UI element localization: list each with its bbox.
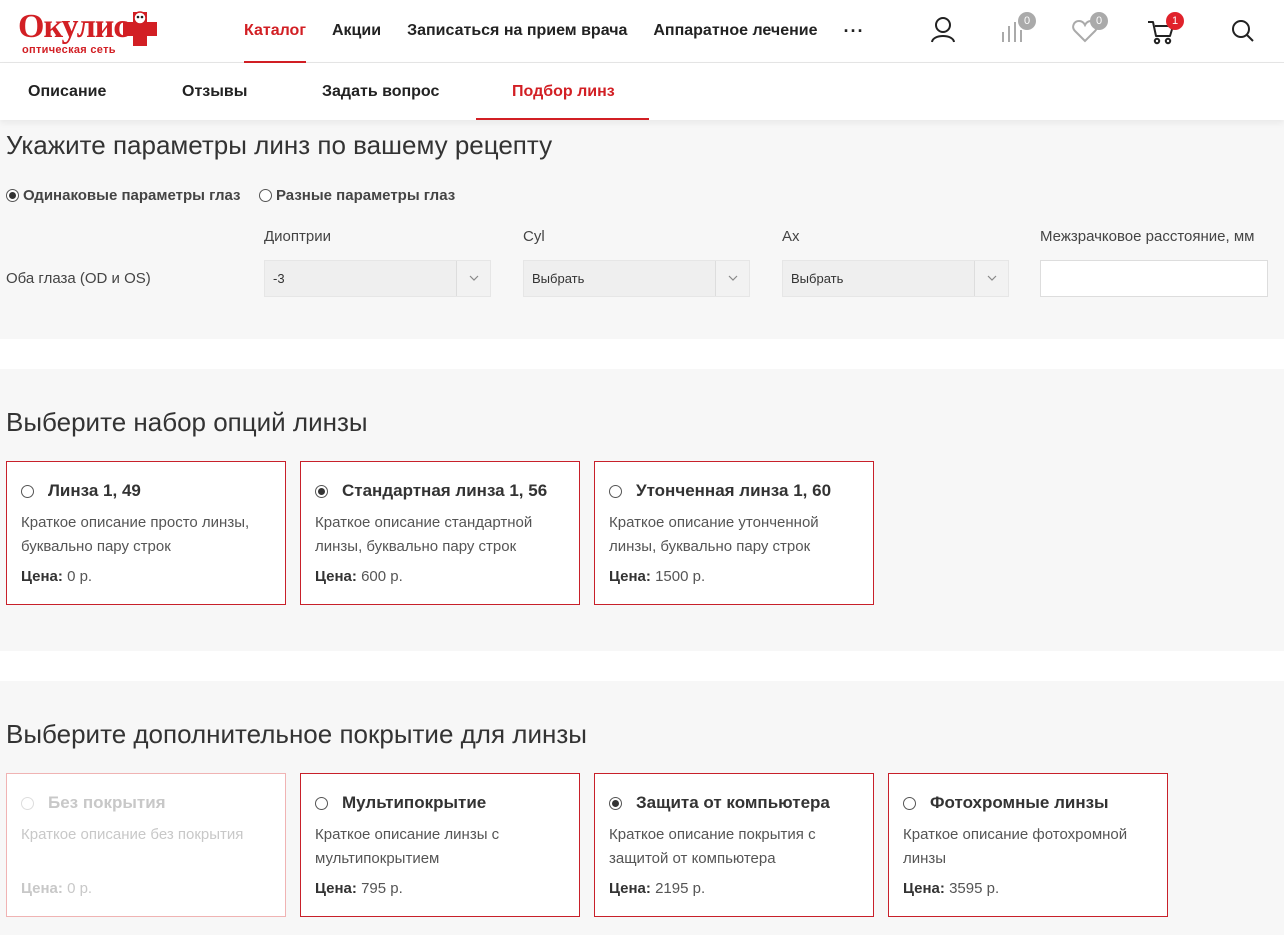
site-header: Окулис оптическая сеть Каталог Акции Зап… xyxy=(0,0,1284,63)
lens-option-card-156[interactable]: Стандартная линза 1, 56 Краткое описание… xyxy=(300,461,580,605)
nav-item-catalog[interactable]: Каталог xyxy=(244,0,306,63)
lens-option-desc: Краткое описание утонченной линзы, буква… xyxy=(609,514,819,555)
diopters-label: Диоптрии xyxy=(264,228,331,245)
lens-options-title: Выберите набор опций линзы xyxy=(6,407,368,437)
compare-count-badge: 0 xyxy=(1018,12,1036,30)
radio-icon xyxy=(21,484,34,498)
main-nav: Каталог Акции Записаться на прием врача … xyxy=(244,0,890,63)
radio-icon xyxy=(21,796,34,810)
coating-price: Цена: 3595 р. xyxy=(903,880,1000,897)
compare-button[interactable]: 0 xyxy=(996,12,1036,48)
nav-item-promotions[interactable]: Акции xyxy=(332,0,381,63)
product-tabs: Описание Отзывы Задать вопрос Подбор лин… xyxy=(0,63,1284,120)
pd-label: Межзрачковое расстояние, мм xyxy=(1040,228,1255,245)
lens-option-title: Утонченная линза 1, 60 xyxy=(636,481,832,500)
tab-reviews[interactable]: Отзывы xyxy=(182,63,247,120)
tab-description[interactable]: Описание xyxy=(28,63,106,120)
coating-title-text: Без покрытия xyxy=(48,793,166,812)
lens-option-desc: Краткое описание стандартной линзы, букв… xyxy=(315,514,533,555)
lens-option-title: Стандартная линза 1, 56 xyxy=(342,481,548,500)
radio-selected-icon xyxy=(609,796,622,810)
params-title: Укажите параметры линз по вашему рецепту xyxy=(6,130,553,160)
coating-desc: Краткое описание без покрытия xyxy=(21,826,244,843)
nav-more-button[interactable]: ··· xyxy=(843,0,864,63)
ax-select[interactable]: Выбрать xyxy=(782,260,1009,297)
cart-button[interactable]: 1 xyxy=(1144,12,1184,48)
logo-wordmark: Окулис xyxy=(18,8,128,45)
coating-title-text: Фотохромные линзы xyxy=(930,793,1109,812)
radio-icon xyxy=(903,796,916,810)
coating-desc: Краткое описание покрытия с защитой от к… xyxy=(609,826,816,867)
different-params-label: Разные параметры глаз xyxy=(276,186,456,204)
ax-value: Выбрать xyxy=(791,271,844,286)
tab-ask-question[interactable]: Задать вопрос xyxy=(322,63,439,120)
coating-price: Цена: 2195 р. xyxy=(609,880,706,897)
diopters-select[interactable]: -3 xyxy=(264,260,491,297)
logo[interactable]: Окулис оптическая сеть xyxy=(16,8,160,56)
ax-label: Ax xyxy=(782,228,800,245)
coating-card-none: Без покрытия Краткое описание без покрыт… xyxy=(6,773,286,917)
coating-desc: Краткое описание фотохромной линзы xyxy=(903,826,1128,867)
different-params-radio[interactable]: Разные параметры глаз xyxy=(259,186,455,204)
radio-icon xyxy=(609,484,622,498)
coating-card-computer-protection[interactable]: Защита от компьютера Краткое описание по… xyxy=(594,773,874,917)
section-divider xyxy=(0,339,1284,369)
lens-option-price: Цена: 0 р. xyxy=(21,568,93,585)
lens-option-card-149[interactable]: Линза 1, 49 Краткое описание просто линз… xyxy=(6,461,286,605)
favorites-button[interactable]: 0 xyxy=(1068,12,1108,48)
both-eyes-label: Оба глаза (OD и OS) xyxy=(6,270,151,287)
lens-option-title: Линза 1, 49 xyxy=(48,481,141,500)
nav-item-doctor-appointment[interactable]: Записаться на прием врача xyxy=(407,0,627,63)
account-button[interactable] xyxy=(926,14,960,48)
cyl-label: Cyl xyxy=(523,228,545,245)
chevron-down-icon xyxy=(715,261,749,296)
chevron-down-icon xyxy=(456,261,490,296)
coating-desc: Краткое описание линзы с мультипокрытием xyxy=(315,826,500,867)
cart-count-badge: 1 xyxy=(1166,12,1184,30)
coating-card-photochromic[interactable]: Фотохромные линзы Краткое описание фотох… xyxy=(888,773,1168,917)
logo-subtitle: оптическая сеть xyxy=(22,44,116,56)
lens-option-desc: Краткое описание просто линзы, буквально… xyxy=(21,514,250,555)
logo-cross-icon xyxy=(123,11,157,46)
radio-icon xyxy=(259,188,272,202)
same-params-label: Одинаковые параметры глаз xyxy=(23,186,241,204)
same-params-radio[interactable]: Одинаковые параметры глаз xyxy=(6,186,240,204)
coating-card-multicoat[interactable]: Мультипокрытие Краткое описание линзы с … xyxy=(300,773,580,917)
cyl-value: Выбрать xyxy=(532,271,585,286)
lens-option-price: Цена: 1500 р. xyxy=(609,568,706,585)
lens-option-card-160[interactable]: Утонченная линза 1, 60 Краткое описание … xyxy=(594,461,874,605)
diopters-value: -3 xyxy=(273,271,285,286)
coating-title-text: Мультипокрытие xyxy=(342,793,487,812)
coating-title: Выберите дополнительное покрытие для лин… xyxy=(6,719,587,749)
section-divider xyxy=(0,651,1284,681)
radio-selected-icon xyxy=(6,188,19,202)
active-tab-underline xyxy=(476,118,649,120)
chevron-down-icon xyxy=(974,261,1008,296)
nav-item-hardware-treatment[interactable]: Аппаратное лечение xyxy=(653,0,817,63)
search-button[interactable] xyxy=(1226,14,1260,48)
radio-icon xyxy=(315,796,328,810)
coating-price: Цена: 0 р. xyxy=(21,880,93,897)
coating-price: Цена: 795 р. xyxy=(315,880,403,897)
coating-title-text: Защита от компьютера xyxy=(636,793,830,812)
favorites-count-badge: 0 xyxy=(1090,12,1108,30)
radio-selected-icon xyxy=(315,484,328,498)
search-icon xyxy=(1232,20,1254,42)
cyl-select[interactable]: Выбрать xyxy=(523,260,750,297)
tab-lens-selection[interactable]: Подбор линз xyxy=(512,63,615,120)
pd-input[interactable] xyxy=(1040,260,1268,297)
lens-option-price: Цена: 600 р. xyxy=(315,568,403,585)
user-icon xyxy=(931,17,955,43)
